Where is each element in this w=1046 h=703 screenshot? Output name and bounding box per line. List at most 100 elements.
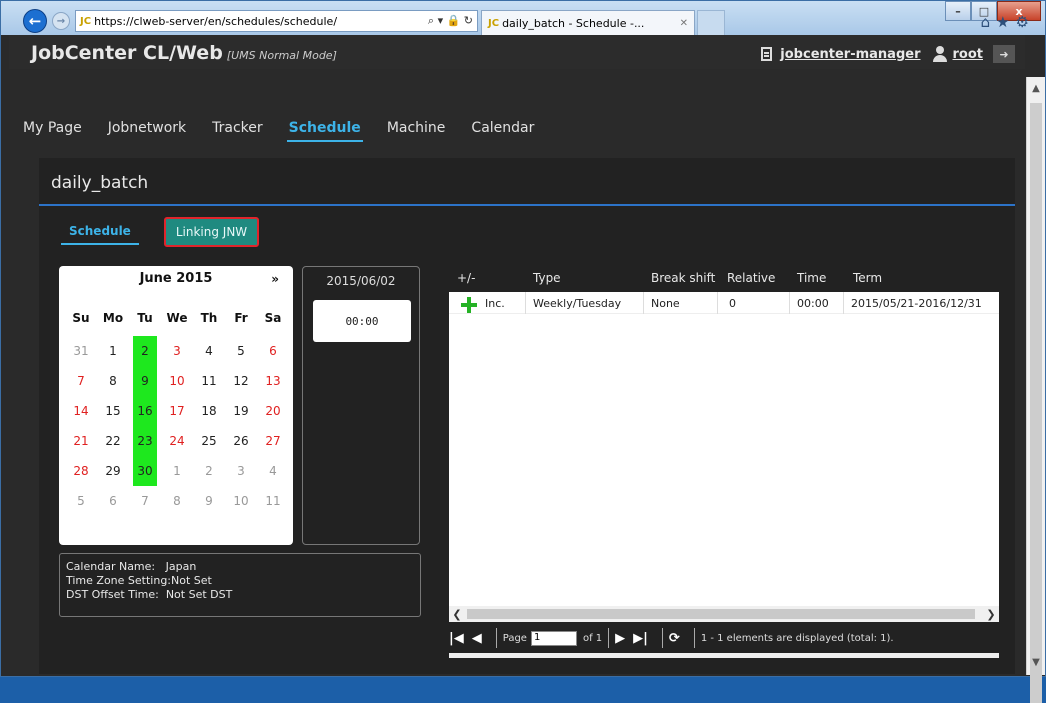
time-entry[interactable]: 00:00 [313, 300, 411, 342]
resize-handle[interactable] [449, 653, 999, 658]
calendar-day[interactable]: 21 [65, 426, 97, 456]
new-tab-button[interactable] [697, 10, 725, 35]
calendar-day[interactable]: 13 [257, 366, 289, 396]
menu-schedule[interactable]: Schedule [275, 111, 373, 145]
calendar-day[interactable]: 12 [225, 366, 257, 396]
menu-calendar[interactable]: Calendar [457, 111, 546, 145]
calendar-day[interactable]: 15 [97, 396, 129, 426]
col-term[interactable]: Term [853, 271, 882, 285]
calendar-day[interactable]: 2 [193, 456, 225, 486]
col-relative[interactable]: Relative [727, 271, 775, 285]
calendar-day[interactable]: 20 [257, 396, 289, 426]
forward-arrow-icon[interactable]: → [52, 12, 70, 30]
scroll-left-icon[interactable]: ❮ [449, 606, 465, 622]
info-timezone: Time Zone Setting:Not Set [66, 574, 212, 587]
calendar-day[interactable]: 14 [65, 396, 97, 426]
calendar-day[interactable]: 25 [193, 426, 225, 456]
col-break-shift[interactable]: Break shift [651, 271, 715, 285]
calendar-day[interactable]: 3 [161, 336, 193, 366]
app-name: JobCenter CL/Web [31, 42, 223, 64]
scroll-right-icon[interactable]: ❯ [983, 606, 999, 622]
calendar-week: 7 8 9 10 11 12 13 [65, 366, 289, 396]
calendar-day[interactable]: 2 [133, 336, 157, 366]
calendar-day[interactable]: 30 [133, 456, 157, 486]
menu-tracker[interactable]: Tracker [198, 111, 275, 145]
address-bar[interactable]: JC https://clweb-server/en/schedules/sch… [75, 10, 478, 32]
user-bar: jobcenter-manager root ➜ [761, 45, 1015, 63]
calendar-day[interactable]: 7 [129, 486, 161, 516]
calendar-day[interactable]: 22 [97, 426, 129, 456]
table-row[interactable]: Inc. Weekly/Tuesday None 0 00:00 2015/05… [449, 292, 999, 314]
browser-chrome: – □ x ← → JC https://clweb-server/en/sch… [1, 1, 1045, 35]
horizontal-scrollbar[interactable]: ❮ ❯ [449, 606, 999, 622]
pager: |◀ ◀ Page 1 of 1 ▶ ▶| ⟳ 1 - 1 elements a… [449, 626, 999, 650]
calendar-day[interactable]: 3 [225, 456, 257, 486]
cell-relative: 0 [729, 297, 736, 310]
scroll-thumb[interactable] [467, 609, 975, 619]
first-page-icon[interactable]: |◀ [449, 631, 464, 646]
calendar-day[interactable]: 5 [225, 336, 257, 366]
scroll-down-icon[interactable]: ▼ [1027, 653, 1045, 671]
refresh-icon[interactable]: ⟳ [669, 631, 680, 646]
calendar-day[interactable]: 17 [161, 396, 193, 426]
calendar-day[interactable]: 8 [161, 486, 193, 516]
calendar-day[interactable]: 11 [193, 366, 225, 396]
calendar-day[interactable]: 18 [193, 396, 225, 426]
calendar-day[interactable]: 16 [133, 396, 157, 426]
back-arrow-icon[interactable]: ← [23, 9, 47, 33]
calendar-day[interactable]: 6 [257, 336, 289, 366]
calendar-day[interactable]: 19 [225, 396, 257, 426]
calendar-day[interactable]: 28 [65, 456, 97, 486]
col-time[interactable]: Time [797, 271, 826, 285]
cell-break-shift: None [651, 297, 680, 310]
calendar-day[interactable]: 24 [161, 426, 193, 456]
minimize-button[interactable]: – [945, 1, 971, 21]
calendar-day[interactable]: 8 [97, 366, 129, 396]
page-input[interactable]: 1 [530, 630, 577, 646]
last-page-icon[interactable]: ▶| [633, 631, 648, 646]
scroll-up-icon[interactable]: ▲ [1027, 79, 1045, 97]
grid-header: +/- Type Break shift Relative Time Term [449, 266, 999, 292]
next-page-icon[interactable]: ▶ [615, 631, 625, 646]
server-link[interactable]: jobcenter-manager [780, 47, 920, 62]
calendar-day[interactable]: 23 [133, 426, 157, 456]
tab-schedule[interactable]: Schedule [61, 219, 139, 245]
calendar-day[interactable]: 9 [133, 366, 157, 396]
calendar-day[interactable]: 1 [97, 336, 129, 366]
calendar-day[interactable]: 6 [97, 486, 129, 516]
vertical-scroll-thumb[interactable] [1030, 103, 1042, 703]
col-type[interactable]: Type [533, 271, 561, 285]
col-plus-minus[interactable]: +/- [457, 271, 475, 285]
weekday-label: We [166, 311, 188, 325]
calendar-day[interactable]: 7 [65, 366, 97, 396]
search-lock-refresh-icon[interactable]: ⌕ ▾ 🔒 ↻ [424, 14, 473, 28]
linking-jnw-button[interactable]: Linking JNW [163, 217, 260, 247]
calendar-day[interactable]: 4 [257, 456, 289, 486]
user-link[interactable]: root [953, 47, 984, 62]
menu-jobnetwork[interactable]: Jobnetwork [94, 111, 198, 145]
calendar-day[interactable]: 29 [97, 456, 129, 486]
home-star-gear-icon[interactable]: ⌂★⚙ [981, 13, 1035, 31]
calendar-day[interactable]: 11 [257, 486, 289, 516]
vertical-scrollbar[interactable]: ▲ ▼ [1026, 77, 1045, 703]
next-month-icon[interactable]: » [271, 272, 279, 286]
calendar-month: June 2015 [139, 271, 213, 286]
calendar-day[interactable]: 10 [161, 366, 193, 396]
logout-icon[interactable]: ➜ [993, 45, 1015, 63]
prev-page-icon[interactable]: ◀ [472, 631, 482, 646]
calendar-day[interactable]: 4 [193, 336, 225, 366]
calendar-day[interactable]: 1 [161, 456, 193, 486]
browser-tab[interactable]: JC daily_batch - Schedule -... ✕ [481, 10, 695, 35]
tab-close-icon[interactable]: ✕ [680, 18, 688, 29]
calendar-day[interactable]: 9 [193, 486, 225, 516]
menu-machine[interactable]: Machine [373, 111, 458, 145]
menu-my-page[interactable]: My Page [9, 111, 94, 145]
calendar-day[interactable]: 27 [257, 426, 289, 456]
calendar-day[interactable]: 10 [225, 486, 257, 516]
pager-status: 1 - 1 elements are displayed (total: 1). [700, 632, 894, 644]
server-icon [761, 47, 773, 61]
calendar-day[interactable]: 26 [225, 426, 257, 456]
calendar-day[interactable]: 5 [65, 486, 97, 516]
calendar-weekdays: Su Mo Tu We Th Fr Sa [65, 311, 289, 325]
calendar-day[interactable]: 31 [65, 336, 97, 366]
